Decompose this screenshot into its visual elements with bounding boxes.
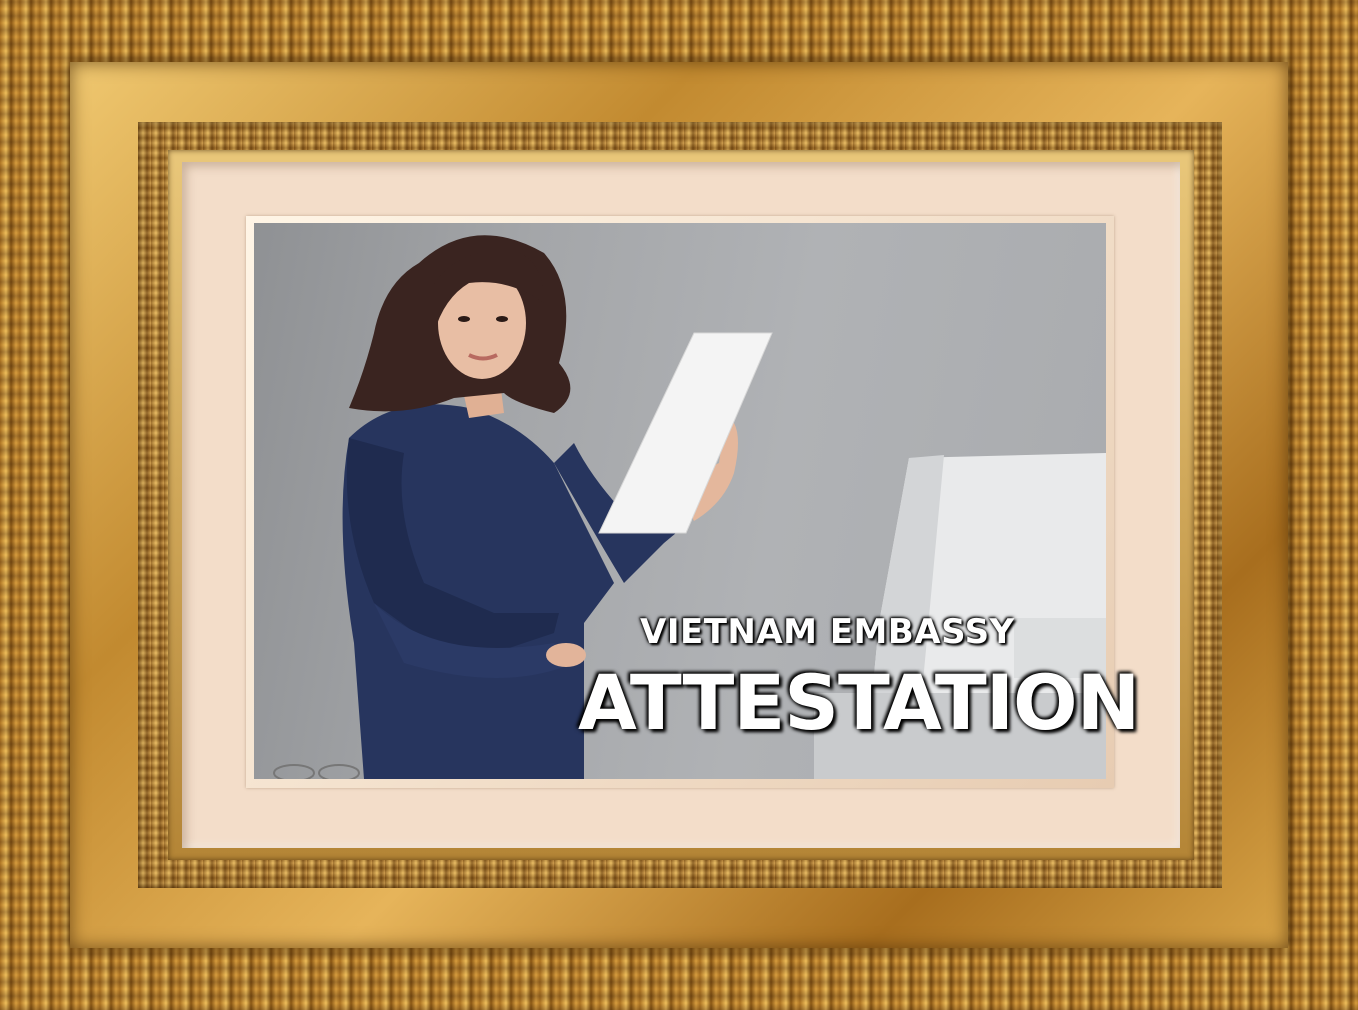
caption-title: ATTESTATION — [578, 658, 1140, 747]
paper-sheet — [598, 332, 773, 534]
glasses — [273, 764, 360, 779]
caption-subtitle: VIETNAM EMBASSY — [640, 612, 1015, 652]
